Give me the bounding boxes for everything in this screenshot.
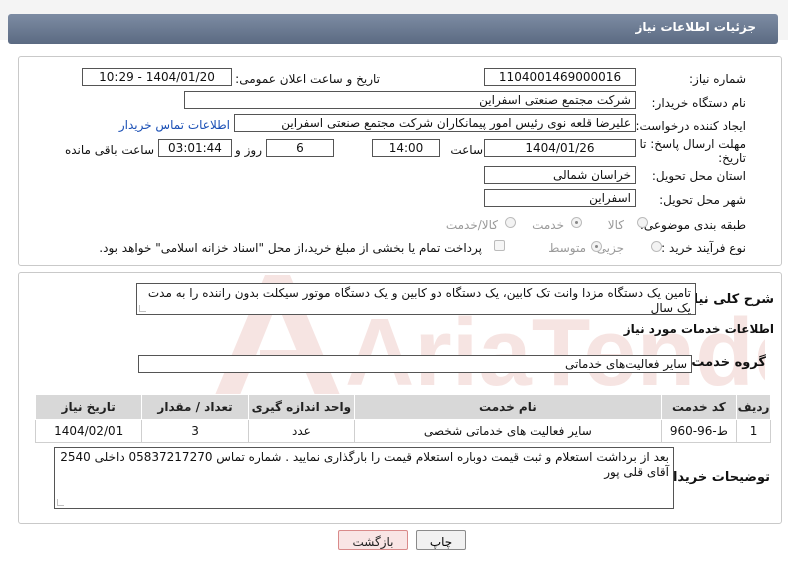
need-number-label: شماره نیاز: (689, 72, 746, 86)
deadline-date-field: 1404/01/26 (484, 139, 636, 157)
summary-textarea[interactable]: تامین یک دستگاه مزدا وانت تک کابین، یک د… (136, 283, 696, 315)
category-option-goods-service: کالا/خدمت (445, 218, 498, 232)
category-option-service: خدمت (532, 218, 564, 232)
deadline-label-date: تاریخ: (718, 151, 746, 165)
days-remaining-field: 6 (266, 139, 334, 157)
category-radio-goods[interactable] (637, 217, 648, 228)
buyer-notes-text: بعد از برداشت استعلام و ثبت قیمت دوباره … (60, 450, 669, 479)
creator-field: علیرضا قلعه نوی رئیس امور پیمانکاران شرک… (234, 114, 636, 132)
category-option-goods: کالا (607, 218, 624, 232)
summary-text: تامین یک دستگاه مزدا وانت تک کابین، یک د… (147, 286, 691, 315)
title-bar-inner: جزئیات اطلاعات نیاز (8, 14, 778, 44)
buyer-org-field: شرکت مجتمع صنعتی اسفراین (184, 91, 636, 109)
city-label: شهر محل تحویل: (659, 193, 746, 207)
buyer-notes-label: توضیحات خریدار: (660, 470, 770, 485)
cell-service-code: ط-96-960 (660, 419, 738, 443)
announce-label: تاریخ و ساعت اعلان عمومی: (235, 72, 380, 86)
cell-row-number: 1 (736, 419, 771, 443)
category-radio-goods-service[interactable] (505, 217, 516, 228)
province-field: خراسان شمالی (484, 166, 636, 184)
resize-handle-icon (139, 305, 146, 312)
city-field: اسفراین (484, 189, 636, 207)
service-group-field: سایر فعالیت‌های خدماتی (138, 355, 692, 373)
process-label: نوع فرآیند خرید : (661, 241, 746, 255)
deadline-label: مهلت ارسال پاسخ: تا (639, 137, 746, 151)
col-unit: واحد اندازه گیری (247, 394, 356, 420)
cell-quantity: 3 (141, 419, 249, 443)
col-service-code: کد خدمت (660, 394, 738, 420)
cell-need-date: 1404/02/01 (34, 419, 143, 443)
process-radio-minor[interactable] (651, 241, 662, 252)
treasury-payment-checkbox[interactable] (494, 240, 505, 251)
back-button[interactable]: بازگشت (338, 530, 408, 550)
buyer-org-label: نام دستگاه خریدار: (651, 96, 747, 110)
services-table: ردیف کد خدمت نام خدمت واحد اندازه گیری ت… (34, 394, 771, 443)
days-label: روز و (235, 143, 262, 157)
print-button[interactable]: چاپ (416, 530, 466, 550)
time-remaining-field: 03:01:44 (158, 139, 232, 157)
col-quantity: تعداد / مقدار (141, 394, 249, 420)
announce-datetime-field: 1404/01/20 - 10:29 (82, 68, 232, 86)
creator-label: ایجاد کننده درخواست: (635, 119, 746, 133)
category-radio-service[interactable] (571, 217, 582, 228)
deadline-time-label: ساعت (450, 143, 483, 157)
time-remaining-label: ساعت باقی مانده (64, 143, 154, 157)
cell-service-name: سایر فعالیت های خدماتی شخصی (354, 419, 662, 443)
need-info-panel (18, 56, 782, 266)
cell-unit: عدد (247, 419, 356, 443)
service-group-label: گروه خدمت: (686, 355, 766, 370)
services-section-title: اطلاعات خدمات مورد نیاز (623, 322, 774, 336)
province-label: استان محل تحویل: (651, 169, 746, 183)
need-number-field: 1104001469000016 (484, 68, 636, 86)
buyer-contact-link[interactable]: اطلاعات تماس خریدار (119, 118, 230, 132)
title-bar: جزئیات اطلاعات نیاز (0, 0, 788, 44)
treasury-payment-note: پرداخت تمام یا بخشی از مبلغ خرید،از محل … (99, 241, 482, 255)
process-radio-medium[interactable] (591, 241, 602, 252)
buyer-notes-textarea[interactable]: بعد از برداشت استعلام و ثبت قیمت دوباره … (54, 447, 674, 509)
services-table-header: ردیف کد خدمت نام خدمت واحد اندازه گیری ت… (34, 394, 771, 420)
col-row-number: ردیف (736, 394, 771, 420)
col-need-date: تاریخ نیاز (34, 394, 143, 420)
process-option-medium: متوسط (548, 241, 586, 255)
resize-handle-icon (57, 499, 64, 506)
col-service-name: نام خدمت (354, 394, 662, 420)
category-label: طبقه بندی موضوعی: (639, 218, 746, 232)
deadline-time-field: 14:00 (372, 139, 440, 157)
page-title: جزئیات اطلاعات نیاز (635, 20, 756, 34)
table-row: 1 ط-96-960 سایر فعالیت های خدماتی شخصی ع… (34, 419, 771, 443)
